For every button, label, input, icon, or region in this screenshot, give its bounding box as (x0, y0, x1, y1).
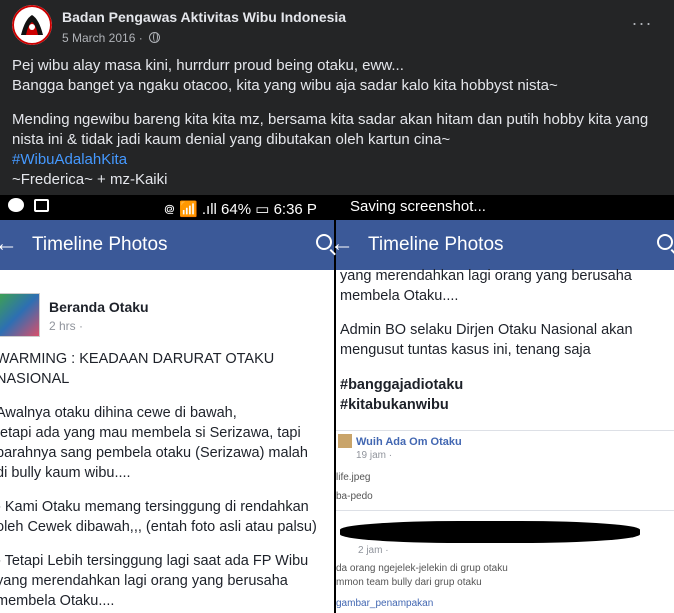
text-line: Admin BO selaku Dirjen Otaku Nasional ak… (340, 322, 633, 338)
post-author[interactable]: Badan Pengawas Aktivitas Wibu Indonesia (62, 9, 346, 25)
text-line: parahnya sang pembela otaku (Serizawa) m… (0, 445, 308, 461)
status-text: Saving screenshot... (350, 198, 486, 215)
text-line: yang merendahkan lagi orang yang berusah… (0, 573, 288, 589)
back-arrow-icon[interactable]: ← (0, 230, 18, 258)
back-arrow-icon[interactable]: ← (330, 230, 354, 258)
globe-icon (149, 32, 161, 43)
hashtag-link[interactable]: #WibuAdalahKita (12, 150, 662, 170)
text-line: - Tetapi Lebih tersinggung lagi saat ada… (0, 553, 309, 569)
text-line: mengusut tuntas kasus ini, tenang saja (340, 342, 591, 358)
text-line: membela Otaku.... (0, 593, 115, 609)
app-bar: ← Timeline Photos (330, 220, 674, 270)
comment-time: 19 jam · (356, 450, 393, 461)
text-line: oleh Cewek dibawah,,, (entah foto asli a… (0, 519, 317, 535)
screenshot-left: ᪤ 📶 .ıll 64% ▭ 6:36 P ← Timeline Photos … (0, 195, 334, 613)
comment-text: gambar_penampakan (336, 598, 434, 609)
post-line: Mending ngewibu bareng kita kita mz, ber… (12, 111, 649, 128)
text-line: WARMING : KEADAAN DARURAT OTAKU (0, 351, 275, 367)
status-text: ᪤ 📶 .ıll 64% ▭ 6:36 P (164, 201, 317, 218)
post-meta: 5 March 2016 · (62, 31, 161, 45)
app-bar-title: Timeline Photos (368, 234, 504, 255)
text-line: tetapi ada yang mau membela si Serizawa,… (0, 425, 301, 441)
post-image[interactable]: ᪤ 📶 .ıll 64% ▭ 6:36 P ← Timeline Photos … (0, 195, 674, 613)
post-line: nista ini & tidak jadi kaum denial yang … (12, 131, 451, 148)
notification-icon (34, 199, 49, 212)
fb-post-body: Beranda Otaku 2 hrs · WARMING : KEADAAN … (0, 270, 334, 613)
app-bar-title: Timeline Photos (32, 234, 168, 255)
status-bar: ᪤ 📶 .ıll 64% ▭ 6:36 P (0, 195, 334, 220)
comment-text: ba-pedo (336, 491, 373, 502)
hashtag: #kitabukanwibu (340, 397, 449, 413)
post-line: Bangga banget ya ngaku otacoo, kita yang… (12, 77, 558, 94)
comment: 2 jam · da orang ngejelek-jelekin di gru… (336, 510, 674, 613)
line-app-icon (8, 198, 24, 212)
text-line: di bully kaum wibu.... (0, 465, 131, 481)
post-text: Pej wibu alay masa kini, hurrdurr proud … (12, 56, 662, 190)
post-line: Pej wibu alay masa kini, hurrdurr proud … (12, 57, 404, 74)
logo-icon (12, 5, 52, 45)
comment-time: 2 jam · (358, 545, 389, 556)
text-line: Awalnya otaku dihina cewe di bawah, (0, 405, 237, 421)
hashtag: #banggajadiotaku (340, 377, 464, 393)
post-date[interactable]: 5 March 2016 · (62, 31, 143, 45)
fb-post-body: yang merendahkan lagi orang yang berusah… (336, 268, 674, 613)
screenshot-right: Saving screenshot... ← Timeline Photos y… (330, 195, 674, 613)
post-signature: ~Frederica~ + mz-Kaiki (12, 171, 168, 188)
text-line: membela Otaku.... (340, 288, 459, 304)
redaction-scribble (340, 521, 640, 543)
more-options-button[interactable]: ··· (630, 12, 654, 36)
text-line: - Kami Otaku memang tersinggung di renda… (0, 499, 309, 515)
post-header: Badan Pengawas Aktivitas Wibu Indonesia … (0, 0, 674, 48)
comment-text: mmon team bully dari grup otaku (336, 577, 482, 588)
page-thumbnail (0, 293, 40, 337)
comment-text: life.jpeg (336, 472, 371, 483)
text-line: yang merendahkan lagi orang yang berusah… (340, 268, 632, 284)
page-avatar[interactable] (12, 5, 52, 45)
commenter-avatar (338, 434, 352, 448)
page-name: Beranda Otaku (49, 299, 149, 315)
page-meta: 2 hrs · (49, 319, 84, 333)
text-line: NASIONAL (0, 371, 70, 387)
app-bar: ← Timeline Photos (0, 220, 334, 270)
status-bar: Saving screenshot... (336, 195, 674, 220)
comment: Wuih Ada Om Otaku 19 jam · life.jpeg ba-… (336, 430, 674, 510)
search-icon[interactable] (657, 234, 673, 250)
